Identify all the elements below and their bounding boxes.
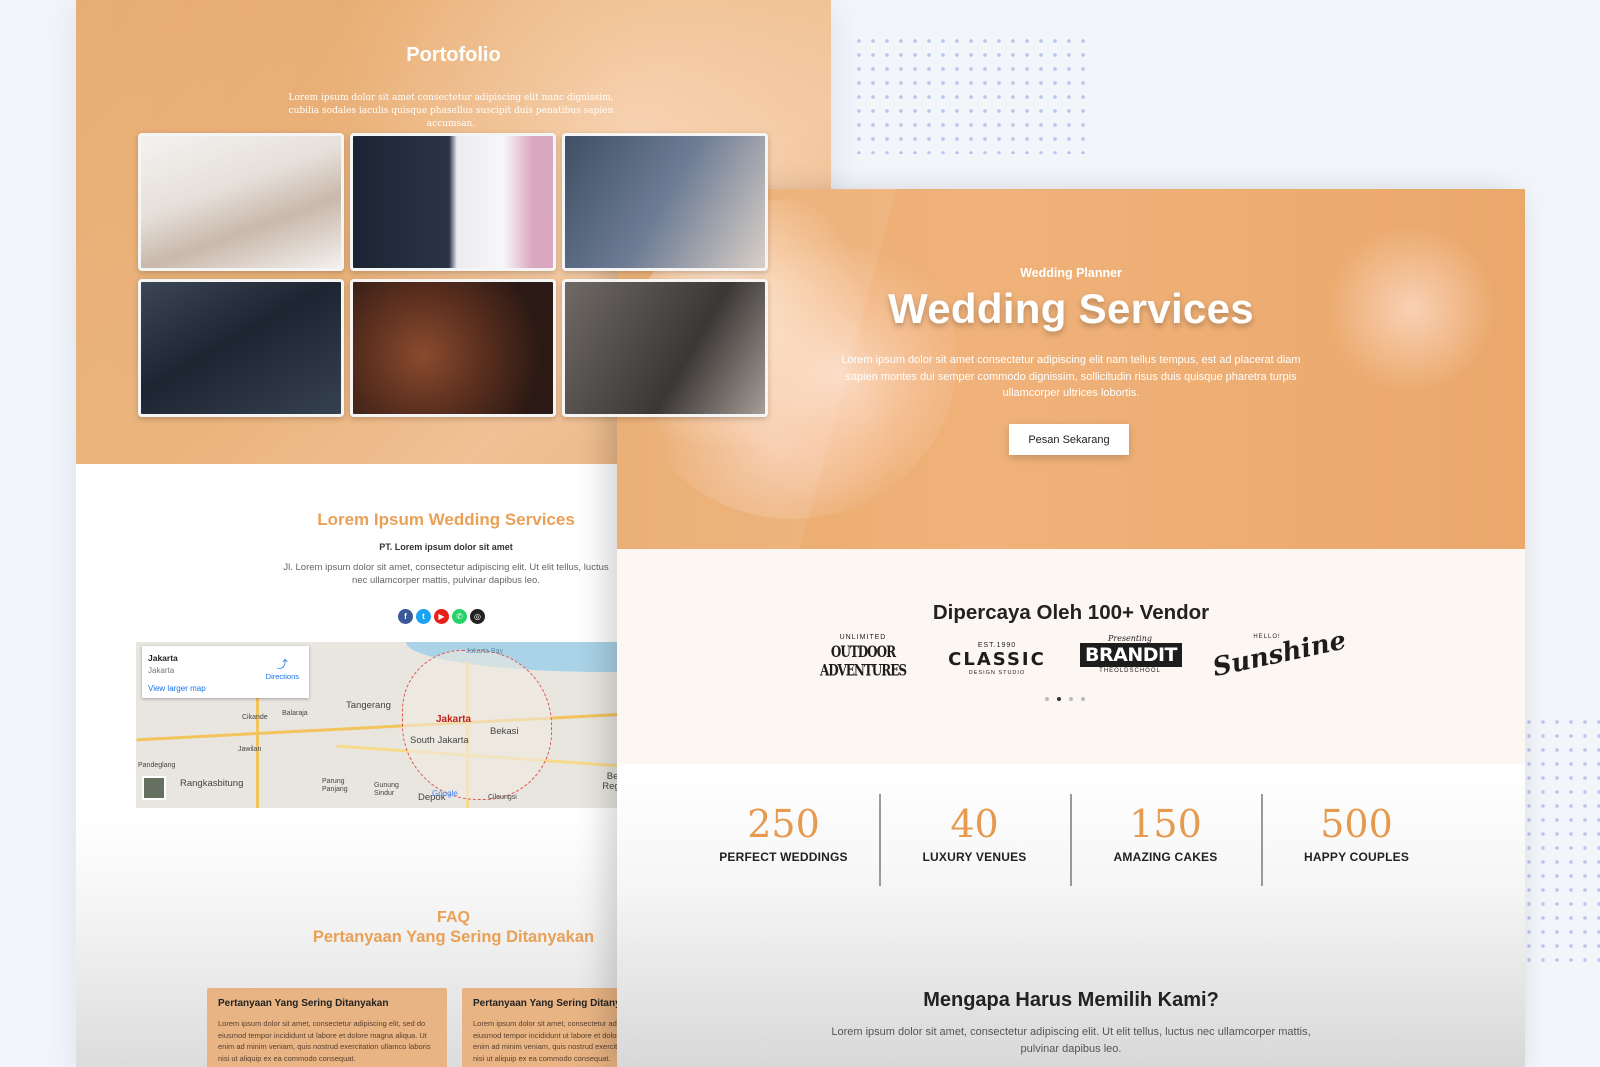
carousel-dot-active[interactable] xyxy=(1057,697,1061,701)
map-city-boundary xyxy=(402,650,552,800)
social-links: f t ▶ ✆ ◎ xyxy=(398,609,485,624)
portfolio-section: Portofolio Lorem ipsum dolor sit amet co… xyxy=(76,0,831,464)
faq-answer: Lorem ipsum dolor sit amet, consectetur … xyxy=(218,1019,431,1063)
portfolio-title: Portofolio xyxy=(406,44,501,66)
carousel-dot[interactable] xyxy=(1081,697,1085,701)
logo-name: BRANDIT xyxy=(1080,643,1183,667)
gallery-photo-henna-hands[interactable] xyxy=(350,279,556,417)
whatsapp-icon[interactable]: ✆ xyxy=(452,609,467,624)
carousel-dot[interactable] xyxy=(1045,697,1049,701)
gallery-photo-photographer[interactable] xyxy=(562,279,768,417)
map-info-card: Jakarta Jakarta View larger map ⤴ Direct… xyxy=(142,646,309,698)
stat-item: 500 HAPPY COUPLES xyxy=(1261,794,1452,886)
vendor-logo-classic: EST.1990 CLASSIC DESIGN STUDIO xyxy=(942,642,1052,676)
map-label: Bekasi xyxy=(490,726,519,737)
hero-description: Lorem ipsum dolor sit amet consectetur a… xyxy=(841,354,1301,399)
youtube-icon[interactable]: ▶ xyxy=(434,609,449,624)
facebook-icon[interactable]: f xyxy=(398,609,413,624)
map-label: Rangkasbitung xyxy=(180,778,244,789)
map-label: Cikande xyxy=(242,714,268,721)
decorative-dot-grid xyxy=(852,34,1092,154)
gallery-photo-couple-bouquet[interactable] xyxy=(350,133,556,271)
map-label: South Jakarta xyxy=(410,735,469,746)
stat-label: AMAZING CAKES xyxy=(1113,849,1218,864)
portfolio-description: Lorem ipsum dolor sit amet consectetur a… xyxy=(288,93,614,129)
faq-card[interactable]: Pertanyaan Yang Sering Ditanyakan Lorem … xyxy=(207,988,447,1067)
carousel-pagination xyxy=(1045,697,1085,701)
decorative-dot-grid xyxy=(1522,715,1600,965)
map-label: Tangerang xyxy=(346,700,391,711)
map-label-jakarta: Jakarta xyxy=(436,714,472,725)
map-label: Cileungsi xyxy=(488,794,517,801)
stat-label: LUXURY VENUES xyxy=(922,849,1027,864)
gallery-photo-groom-boutonniere[interactable] xyxy=(138,279,344,417)
stat-number: 250 xyxy=(747,802,820,846)
twitter-icon[interactable]: t xyxy=(416,609,431,624)
portfolio-gallery xyxy=(138,133,768,417)
stat-number: 40 xyxy=(950,802,999,846)
carousel-dot[interactable] xyxy=(1069,697,1073,701)
map-label: Jawilan xyxy=(238,746,262,753)
map-label: Balaraja xyxy=(282,710,308,717)
why-choose-us-title: Mengapa Harus Memilih Kami? xyxy=(923,989,1219,1011)
company-address: Jl. Lorem ipsum dolor sit amet, consecte… xyxy=(283,562,609,586)
map-label: Jakarta Bay xyxy=(466,648,503,655)
map-road xyxy=(256,682,259,808)
vendors-section: Dipercaya Oleh 100+ Vendor UNLIMITED OUT… xyxy=(617,549,1525,764)
logo-sub-text: DESIGN STUDIO xyxy=(968,670,1026,676)
logo-small-text: UNLIMITED xyxy=(839,634,887,641)
stat-item: 40 LUXURY VENUES xyxy=(879,794,1070,886)
directions-icon: ⤴ xyxy=(276,659,288,671)
logo-small-text: Presenting xyxy=(1108,634,1152,643)
vendors-title: Dipercaya Oleh 100+ Vendor xyxy=(932,601,1210,624)
stat-number: 150 xyxy=(1129,802,1202,846)
logo-small-text: EST.1990 xyxy=(977,642,1017,649)
vendor-logo-sunshine: HELLO! Sunshine xyxy=(1210,626,1349,684)
vendor-logo-brandit: Presenting BRANDIT THEOLDSCHOOL xyxy=(1080,634,1183,674)
google-logo: Google xyxy=(432,789,458,798)
map-satellite-toggle[interactable] xyxy=(142,776,166,800)
logo-sub-text: THEOLDSCHOOL xyxy=(1099,668,1161,674)
directions-label: Directions xyxy=(265,672,299,681)
logo-name: CLASSIC xyxy=(948,649,1046,670)
gallery-photo-holding-hands[interactable] xyxy=(138,133,344,271)
map-label: Parung Panjang xyxy=(322,778,348,793)
stat-label: PERFECT WEDDINGS xyxy=(719,849,848,864)
stat-label: HAPPY COUPLES xyxy=(1303,849,1410,864)
stat-number: 500 xyxy=(1320,802,1393,846)
stat-item: 250 PERFECT WEDDINGS xyxy=(688,794,879,886)
stats-section: 250 PERFECT WEDDINGS 40 LUXURY VENUES 15… xyxy=(617,764,1525,1067)
instagram-icon[interactable]: ◎ xyxy=(470,609,485,624)
vendor-logo-carousel: UNLIMITED OUTDOOR ADVENTURES EST.1990 CL… xyxy=(812,626,1349,694)
logo-name: OUTDOOR ADVENTURES xyxy=(819,642,907,680)
map-label: Pandeglang xyxy=(138,762,176,769)
directions-link[interactable]: ⤴ Directions xyxy=(266,656,299,681)
book-now-button[interactable]: Pesan Sekarang xyxy=(1009,424,1129,455)
vendor-logo-outdoor-adventures: UNLIMITED OUTDOOR ADVENTURES xyxy=(812,634,914,679)
why-choose-us-description: Lorem ipsum dolor sit amet, consectetur … xyxy=(831,1026,1311,1055)
map-label: Gunung Sindur xyxy=(374,782,399,797)
gallery-photo-bride-groom[interactable] xyxy=(562,133,768,271)
faq-question: Pertanyaan Yang Sering Ditanyakan xyxy=(218,998,389,1009)
stat-item: 150 AMAZING CAKES xyxy=(1070,794,1261,886)
view-larger-map-link[interactable]: View larger map xyxy=(148,684,303,693)
